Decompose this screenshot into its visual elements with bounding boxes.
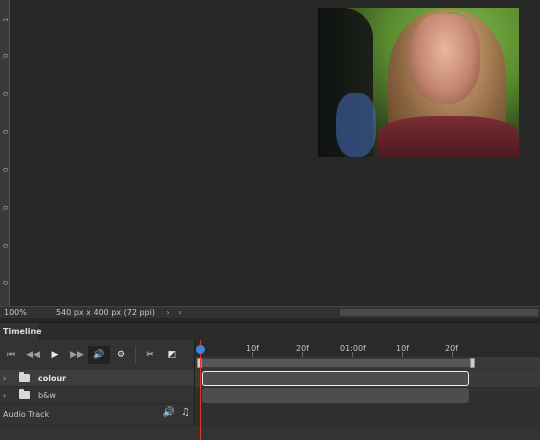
work-area-end-handle[interactable] bbox=[470, 358, 475, 368]
tab-timeline[interactable]: Timeline bbox=[0, 323, 42, 341]
work-area-bar[interactable] bbox=[194, 357, 540, 369]
ruler-tick: 1 bbox=[2, 17, 10, 22]
horizontal-scrollbar[interactable] bbox=[340, 309, 538, 316]
ruler-tick: 0 bbox=[2, 205, 10, 210]
ruler-tick: 0 bbox=[2, 129, 10, 134]
split-scissors-icon[interactable]: ✂ bbox=[139, 346, 161, 364]
play-button[interactable]: ▶ bbox=[44, 346, 66, 364]
playhead-line bbox=[200, 340, 201, 440]
zoom-level[interactable]: 100% bbox=[0, 308, 40, 317]
audio-track-label: Audio Track bbox=[3, 410, 50, 419]
folder-icon bbox=[19, 372, 30, 382]
layer-row[interactable]: › colour bbox=[0, 370, 540, 387]
settings-gear-icon[interactable]: ⚙ bbox=[110, 346, 132, 364]
layer-track bbox=[194, 387, 540, 404]
timeline-ruler[interactable]: 10f 20f 01:00f 10f 20f bbox=[194, 340, 540, 357]
panel-tab-bar: Timeline bbox=[0, 322, 540, 341]
document-canvas[interactable] bbox=[11, 0, 540, 306]
layer-name: b&w bbox=[38, 390, 56, 400]
next-frame-button[interactable]: ▶▶ bbox=[66, 346, 88, 364]
layer-track bbox=[194, 370, 540, 387]
folder-icon bbox=[19, 389, 30, 399]
music-note-icon[interactable]: ♫ bbox=[181, 407, 190, 418]
ruler-tick: 0 bbox=[2, 243, 10, 248]
document-info: 540 px x 400 px (72 ppi) bbox=[56, 308, 155, 317]
layer-name: colour bbox=[38, 373, 67, 383]
layer-clip[interactable] bbox=[202, 388, 469, 403]
timeline-panel: ⏮ ◀◀ ▶ ▶▶ 🔊 ⚙ ✂ ◩ 10f 20f 01:00f 10f 20f… bbox=[0, 340, 540, 440]
status-arrow-right-icon[interactable]: › bbox=[162, 308, 174, 317]
vertical-ruler: 1 0 0 0 0 0 0 0 bbox=[0, 0, 10, 306]
scroll-left-arrow-icon[interactable]: ‹ bbox=[174, 308, 186, 317]
audio-track-area[interactable] bbox=[194, 404, 540, 426]
timeline-toolbar: ⏮ ◀◀ ▶ ▶▶ 🔊 ⚙ ✂ ◩ bbox=[0, 340, 194, 369]
audio-track-row: Audio Track 🔊 ♫ bbox=[0, 404, 540, 426]
layer-row[interactable]: › b&w bbox=[0, 387, 540, 404]
ruler-tick: 0 bbox=[2, 280, 10, 285]
layer-clip[interactable] bbox=[202, 371, 469, 386]
audio-toggle-button[interactable]: 🔊 bbox=[88, 345, 110, 364]
first-frame-button[interactable]: ⏮ bbox=[0, 346, 22, 364]
playhead-handle[interactable] bbox=[196, 345, 205, 354]
document-image[interactable] bbox=[318, 8, 519, 157]
audio-mute-icon[interactable]: 🔊 bbox=[163, 407, 175, 418]
ruler-tick: 0 bbox=[2, 91, 10, 96]
transition-icon[interactable]: ◩ bbox=[161, 346, 183, 364]
ruler-tick: 0 bbox=[2, 53, 10, 58]
previous-frame-button[interactable]: ◀◀ bbox=[22, 346, 44, 364]
expand-chevron-icon[interactable]: › bbox=[3, 374, 15, 383]
ruler-tick: 0 bbox=[2, 167, 10, 172]
status-bar: 100% 540 px x 400 px (72 ppi) › ‹ bbox=[0, 306, 540, 318]
expand-chevron-icon[interactable]: › bbox=[3, 391, 15, 400]
